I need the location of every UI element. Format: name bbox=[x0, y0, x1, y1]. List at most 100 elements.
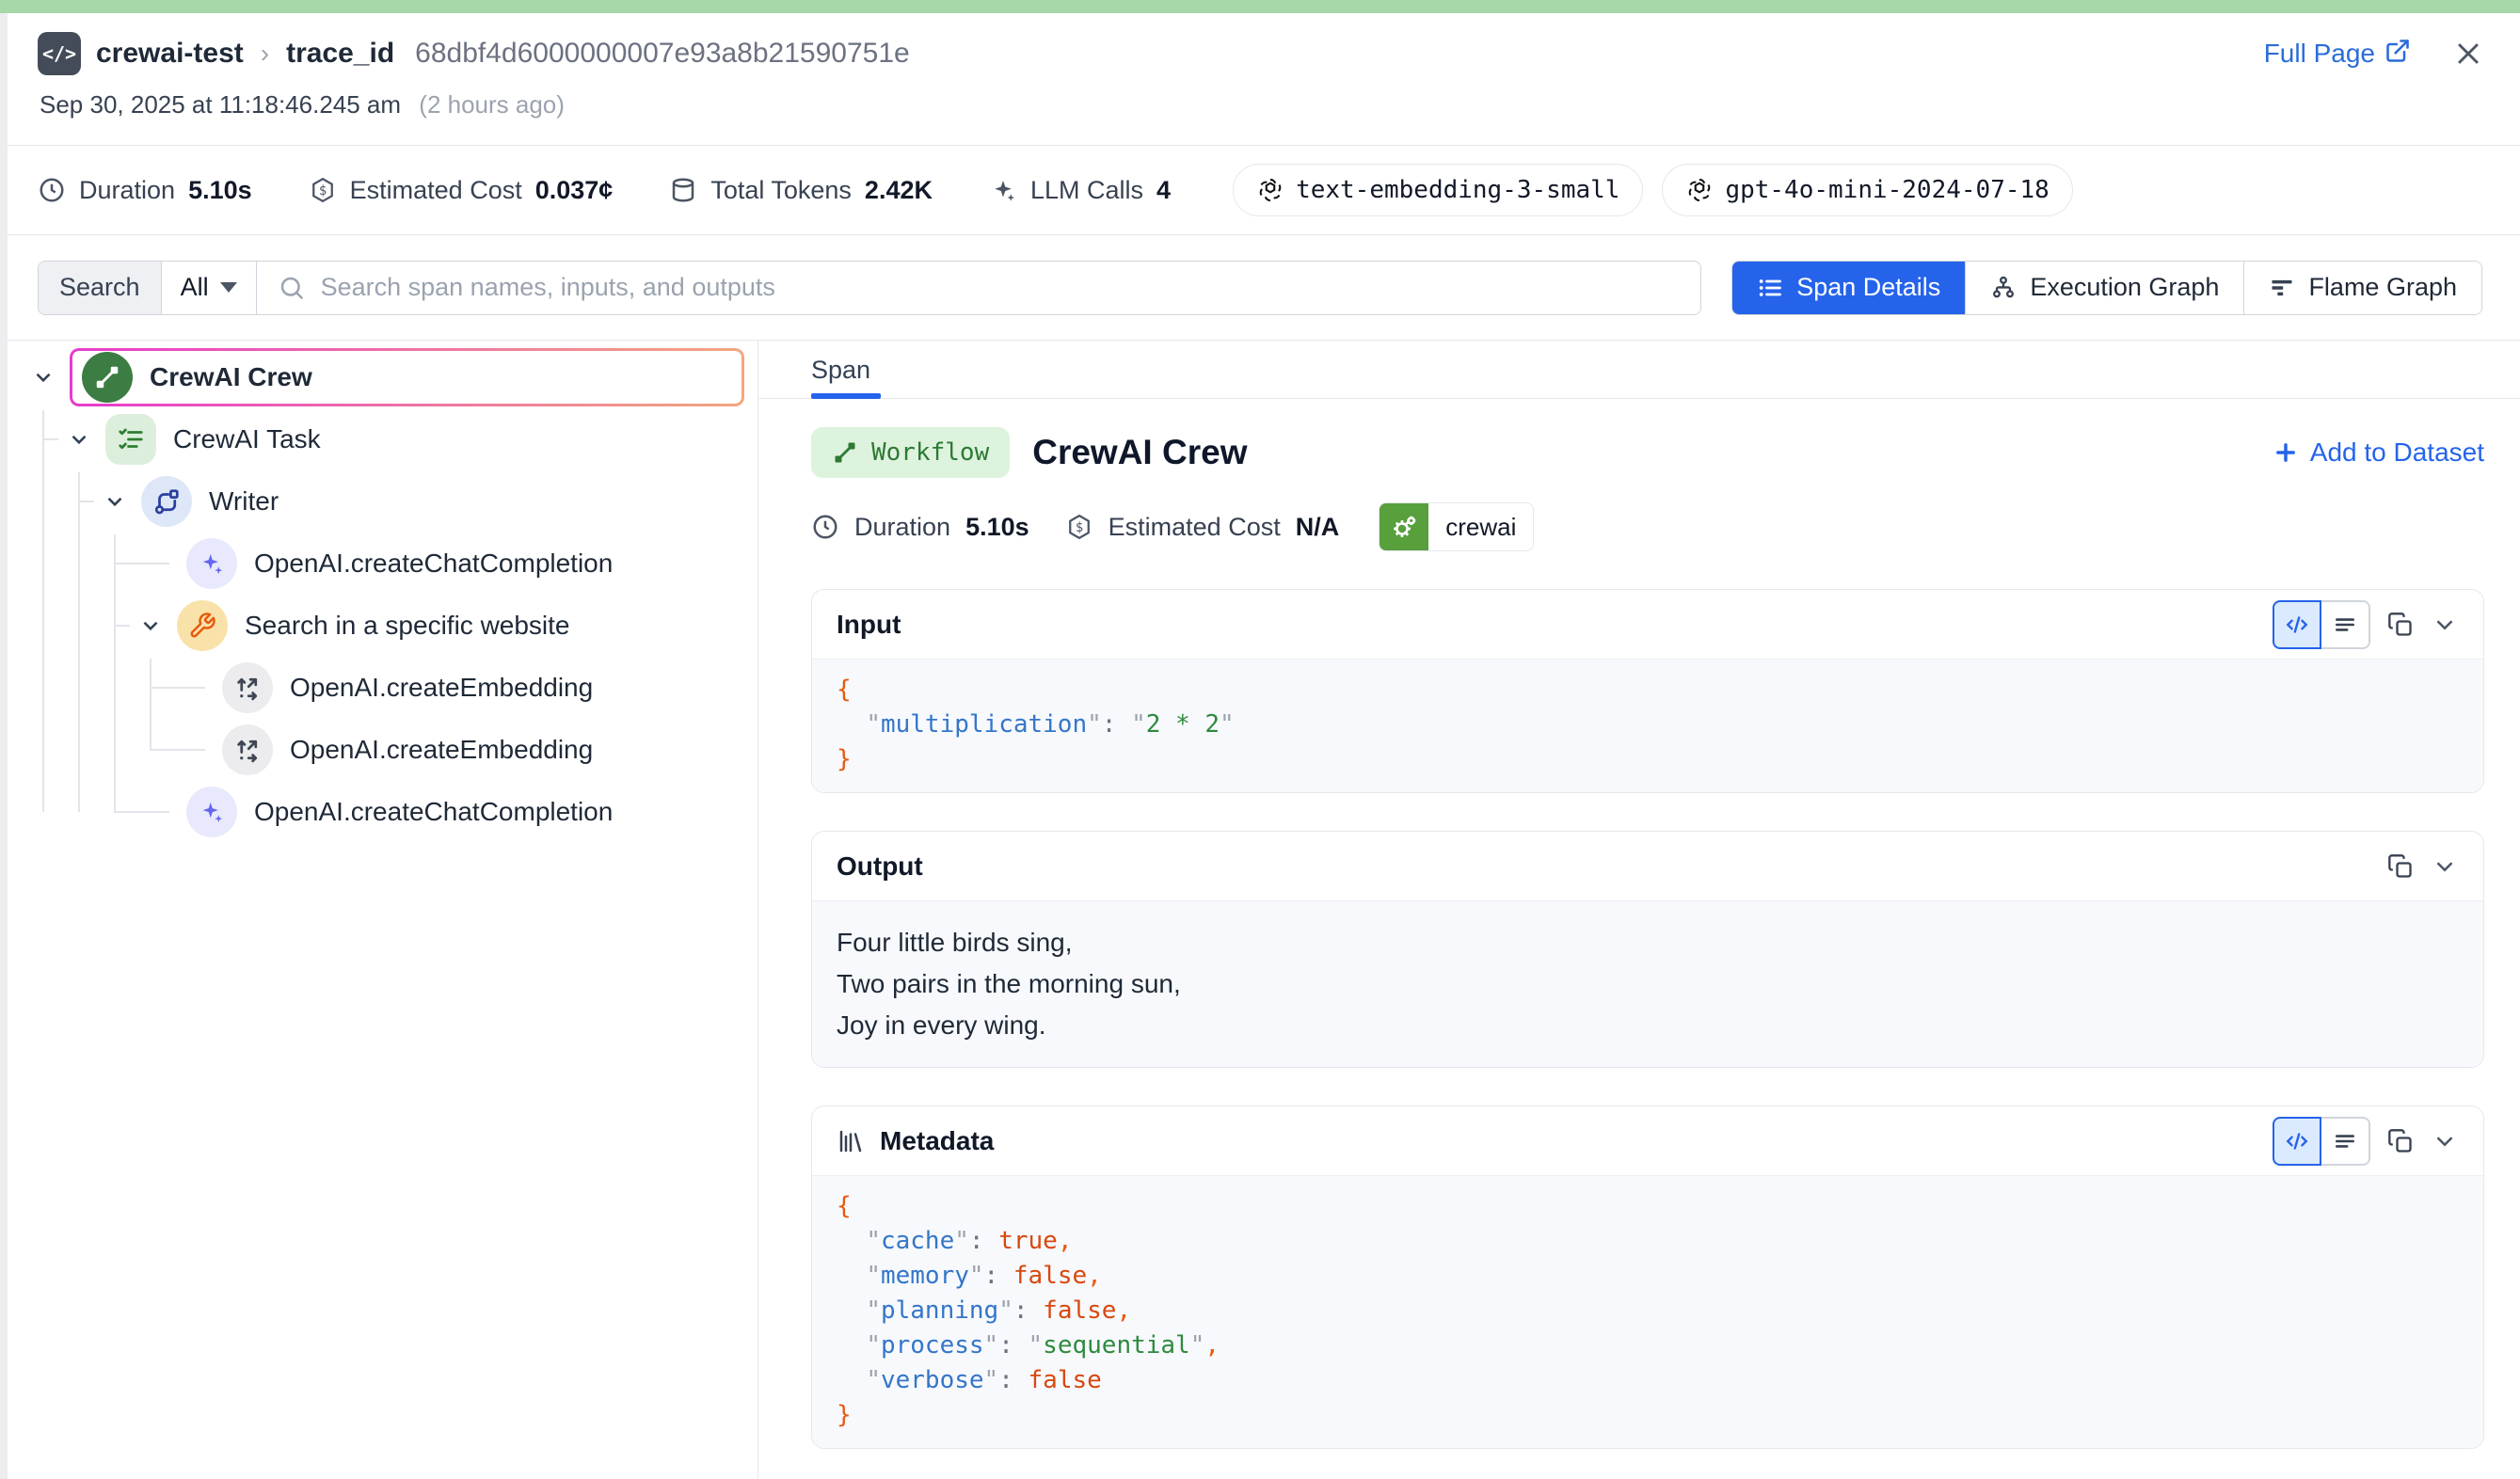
close-icon[interactable] bbox=[2452, 38, 2484, 70]
output-section: Output Four little birds sing,Two pairs … bbox=[811, 831, 2484, 1068]
integration-badge[interactable]: crewai bbox=[1379, 502, 1534, 551]
tree-row-crewai-crew[interactable]: CrewAI Crew bbox=[0, 348, 758, 406]
output-line: Two pairs in the morning sun, bbox=[837, 963, 2459, 1005]
trace-type-icon: </> bbox=[38, 32, 81, 75]
tree-row-label: OpenAI.createChatCompletion bbox=[254, 797, 613, 827]
trace-header: </> crewai-test › trace_id 68dbf4d600000… bbox=[0, 13, 2520, 146]
copy-icon[interactable] bbox=[2387, 1128, 2414, 1154]
detail-tabstrip: Span bbox=[758, 341, 2520, 399]
svg-text:$: $ bbox=[319, 183, 327, 199]
copy-icon[interactable] bbox=[2387, 612, 2414, 638]
clock-icon bbox=[811, 513, 839, 541]
model-badges: text-embedding-3-small gpt-4o-mini-2024-0… bbox=[1233, 164, 2073, 216]
search-control: Search All bbox=[38, 261, 1701, 315]
metadata-json: { "cache": true, "memory": false, "plann… bbox=[812, 1176, 2483, 1448]
workflow-icon bbox=[82, 352, 133, 403]
tree-row-label: OpenAI.createEmbedding bbox=[290, 735, 593, 765]
chevron-down-icon[interactable] bbox=[134, 596, 167, 655]
agent-icon bbox=[141, 476, 192, 527]
code-view-button[interactable] bbox=[2273, 1117, 2321, 1166]
input-json: { "multiplication": "2 * 2" } bbox=[812, 660, 2483, 792]
integration-name: crewai bbox=[1428, 503, 1533, 550]
output-title: Output bbox=[837, 851, 923, 882]
copy-icon[interactable] bbox=[2387, 853, 2414, 880]
span-title: CrewAI Crew bbox=[1032, 433, 1247, 472]
stat-llm-calls: LLM Calls4 bbox=[989, 176, 1171, 205]
output-line: Joy in every wing. bbox=[837, 1005, 2459, 1046]
search-scope-value: All bbox=[181, 273, 209, 302]
selected-row-ring: CrewAI Crew bbox=[70, 348, 744, 406]
svg-text:$: $ bbox=[1076, 520, 1083, 535]
tree-row-search-in-a-specific-website[interactable]: Search in a specific website bbox=[0, 596, 758, 655]
chevron-down-icon[interactable] bbox=[62, 410, 96, 469]
tree-row-openai-createchatcompletion[interactable]: OpenAI.createChatCompletion bbox=[0, 783, 758, 841]
tree-row-openai-createchatcompletion[interactable]: OpenAI.createChatCompletion bbox=[0, 534, 758, 593]
view-format-toggle bbox=[2273, 1117, 2370, 1166]
stat-estimated-cost: $Estimated Cost0.037¢ bbox=[309, 176, 614, 205]
code-view-button[interactable] bbox=[2273, 600, 2321, 649]
breadcrumb-project[interactable]: crewai-test bbox=[96, 38, 244, 70]
model-badge-gpt-4o-mini-2024-07-18[interactable]: gpt-4o-mini-2024-07-18 bbox=[1662, 164, 2072, 216]
chevron-down-icon bbox=[220, 282, 237, 293]
trace-timestamp: Sep 30, 2025 at 11:18:46.245 am bbox=[40, 90, 401, 119]
duration-label: Duration bbox=[854, 513, 950, 542]
trace-stats-bar: Duration5.10s $Estimated Cost0.037¢ Total … bbox=[0, 146, 2520, 235]
external-link-icon bbox=[2384, 38, 2411, 71]
collapse-chevron-icon[interactable] bbox=[2431, 852, 2459, 881]
view-switcher: Span DetailsExecution GraphFlame Graph bbox=[1731, 261, 2482, 315]
openai-icon bbox=[1685, 176, 1714, 204]
search-input[interactable] bbox=[321, 273, 1681, 302]
view-span-details[interactable]: Span Details bbox=[1732, 262, 1965, 314]
metadata-section: Metadata bbox=[811, 1105, 2484, 1449]
stat-total-tokens: Total Tokens2.42K bbox=[669, 176, 933, 205]
collapse-chevron-icon[interactable] bbox=[2431, 611, 2459, 639]
full-page-label: Full Page bbox=[2264, 39, 2375, 69]
stat-duration: Duration5.10s bbox=[38, 176, 252, 205]
cost-value: N/A bbox=[1296, 513, 1340, 542]
full-page-link[interactable]: Full Page bbox=[2264, 38, 2411, 71]
llm-icon bbox=[186, 787, 237, 837]
tool-icon bbox=[177, 600, 228, 651]
page-edge bbox=[0, 13, 8, 1479]
breadcrumb-separator: › bbox=[259, 39, 271, 69]
tree-row-writer[interactable]: Writer bbox=[0, 472, 758, 531]
tab-span[interactable]: Span bbox=[811, 341, 870, 399]
breadcrumb-trace-label: trace_id bbox=[286, 38, 394, 70]
tokens-icon bbox=[669, 176, 697, 204]
cost-label: Estimated Cost bbox=[1108, 513, 1281, 542]
embedding-icon bbox=[222, 662, 273, 713]
model-badge-text-embedding-3-small[interactable]: text-embedding-3-small bbox=[1233, 164, 1643, 216]
text-view-button[interactable] bbox=[2321, 600, 2370, 649]
execution-graph-icon bbox=[1990, 275, 2017, 301]
tree-row-openai-createembedding[interactable]: OpenAI.createEmbedding bbox=[0, 721, 758, 779]
plus-icon bbox=[2273, 439, 2299, 466]
input-title: Input bbox=[837, 610, 901, 640]
clock-icon bbox=[38, 176, 66, 204]
span-tree: CrewAI CrewCrewAI TaskWriterOpenAI.creat… bbox=[0, 341, 758, 1479]
input-section: Input bbox=[811, 589, 2484, 793]
tree-row-label: Search in a specific website bbox=[245, 611, 570, 641]
cost-icon: $ bbox=[309, 176, 337, 204]
search-icon bbox=[278, 274, 306, 302]
add-to-dataset-button[interactable]: Add to Dataset bbox=[2273, 437, 2484, 468]
trace-id-value[interactable]: 68dbf4d6000000007e93a8b21590751e bbox=[415, 38, 910, 70]
output-text: Four little birds sing,Two pairs in the … bbox=[812, 901, 2483, 1067]
view-execution-graph[interactable]: Execution Graph bbox=[1965, 262, 2243, 314]
chevron-down-icon[interactable] bbox=[98, 472, 132, 531]
span-detail-panel: Span Workflow CrewAI Crew Add to Dataset bbox=[758, 341, 2520, 1479]
tree-row-crewai-task[interactable]: CrewAI Task bbox=[0, 410, 758, 469]
duration-value: 5.10s bbox=[965, 513, 1029, 542]
sparkle-icon bbox=[989, 176, 1017, 204]
search-label: Search bbox=[39, 262, 162, 314]
openai-icon bbox=[1256, 176, 1284, 204]
view-flame-graph[interactable]: Flame Graph bbox=[2243, 262, 2481, 314]
span-kind-badge: Workflow bbox=[811, 427, 1010, 478]
collapse-chevron-icon[interactable] bbox=[2431, 1127, 2459, 1155]
search-scope-select[interactable]: All bbox=[162, 262, 257, 314]
tree-row-openai-createembedding[interactable]: OpenAI.createEmbedding bbox=[0, 659, 758, 717]
chevron-down-icon[interactable] bbox=[26, 348, 60, 406]
embedding-icon bbox=[222, 724, 273, 775]
search-toolbar: Search All Span DetailsExecution GraphFl… bbox=[0, 235, 2520, 341]
view-format-toggle bbox=[2273, 600, 2370, 649]
text-view-button[interactable] bbox=[2321, 1117, 2370, 1166]
